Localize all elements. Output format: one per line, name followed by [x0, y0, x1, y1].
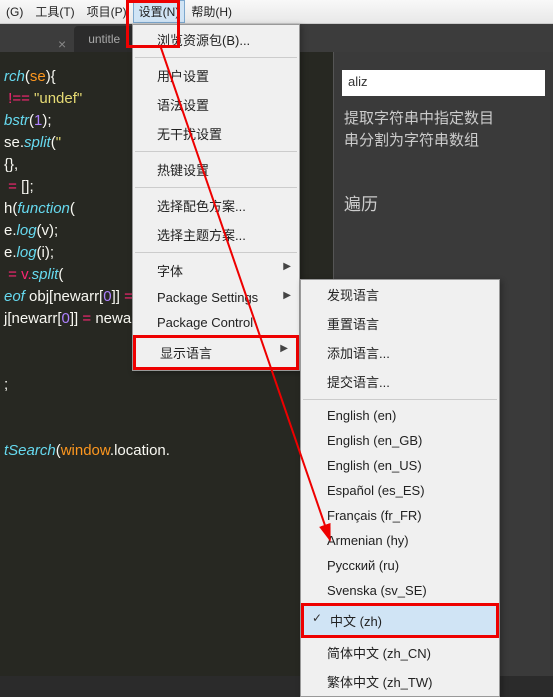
- tab-close-icon[interactable]: ×: [50, 36, 74, 52]
- menu-item[interactable]: Package Control: [133, 310, 299, 335]
- menu-project[interactable]: 项目(P): [81, 0, 133, 23]
- language-item[interactable]: English (en): [301, 403, 499, 428]
- language-item[interactable]: 添加语言...: [301, 338, 499, 367]
- description-text: 提取字符串中指定数目 串分割为字符串数组: [344, 108, 543, 152]
- submenu-arrow-icon: ▶: [280, 343, 288, 354]
- url-bar[interactable]: aliz: [342, 70, 545, 96]
- language-item[interactable]: 重置语言: [301, 309, 499, 338]
- menubar: (G) 工具(T) 项目(P) 设置(N) 帮助(H): [0, 0, 553, 24]
- menu-item[interactable]: 热键设置: [133, 155, 299, 184]
- menu-tools[interactable]: 工具(T): [29, 0, 80, 23]
- menu-item[interactable]: Package Settings▶: [133, 285, 299, 310]
- menu-item[interactable]: 选择主题方案...: [133, 220, 299, 249]
- submenu-arrow-icon: ▶: [283, 290, 291, 301]
- language-item[interactable]: Svenska (sv_SE): [301, 578, 499, 603]
- language-item[interactable]: 中文 (zh)✓: [304, 606, 496, 635]
- language-item[interactable]: Armenian (hy): [301, 528, 499, 553]
- submenu-arrow-icon: ▶: [283, 261, 291, 272]
- check-icon: ✓: [312, 611, 322, 625]
- tab-untitled[interactable]: untitle: [74, 26, 134, 52]
- menu-item[interactable]: 语法设置: [133, 90, 299, 119]
- description-text-2: 遍历: [344, 190, 543, 215]
- menu-item[interactable]: 无干扰设置: [133, 119, 299, 148]
- language-item[interactable]: 繁体中文 (zh_TW): [301, 667, 499, 696]
- settings-dropdown: 浏览资源包(B)... 用户设置语法设置无干扰设置热键设置选择配色方案...选择主…: [132, 24, 300, 371]
- language-item[interactable]: 发现语言: [301, 280, 499, 309]
- language-item[interactable]: 提交语言...: [301, 367, 499, 396]
- menu-item[interactable]: 显示语言▶: [133, 335, 299, 370]
- language-item[interactable]: English (en_US): [301, 453, 499, 478]
- language-item[interactable]: Русский (ru): [301, 553, 499, 578]
- language-item[interactable]: English (en_GB): [301, 428, 499, 453]
- menu-item[interactable]: 字体▶: [133, 256, 299, 285]
- menu-settings[interactable]: 设置(N): [133, 0, 186, 23]
- menu-help[interactable]: 帮助(H): [185, 0, 238, 23]
- menu-g[interactable]: (G): [0, 2, 29, 22]
- language-item[interactable]: Français (fr_FR): [301, 503, 499, 528]
- menu-item[interactable]: 浏览资源包(B)...: [133, 25, 299, 54]
- menu-item[interactable]: 选择配色方案...: [133, 191, 299, 220]
- menu-item[interactable]: 用户设置: [133, 61, 299, 90]
- language-item[interactable]: 简体中文 (zh_CN): [301, 638, 499, 667]
- language-submenu: 发现语言重置语言添加语言...提交语言...English (en)Englis…: [300, 279, 500, 697]
- language-item[interactable]: Español (es_ES): [301, 478, 499, 503]
